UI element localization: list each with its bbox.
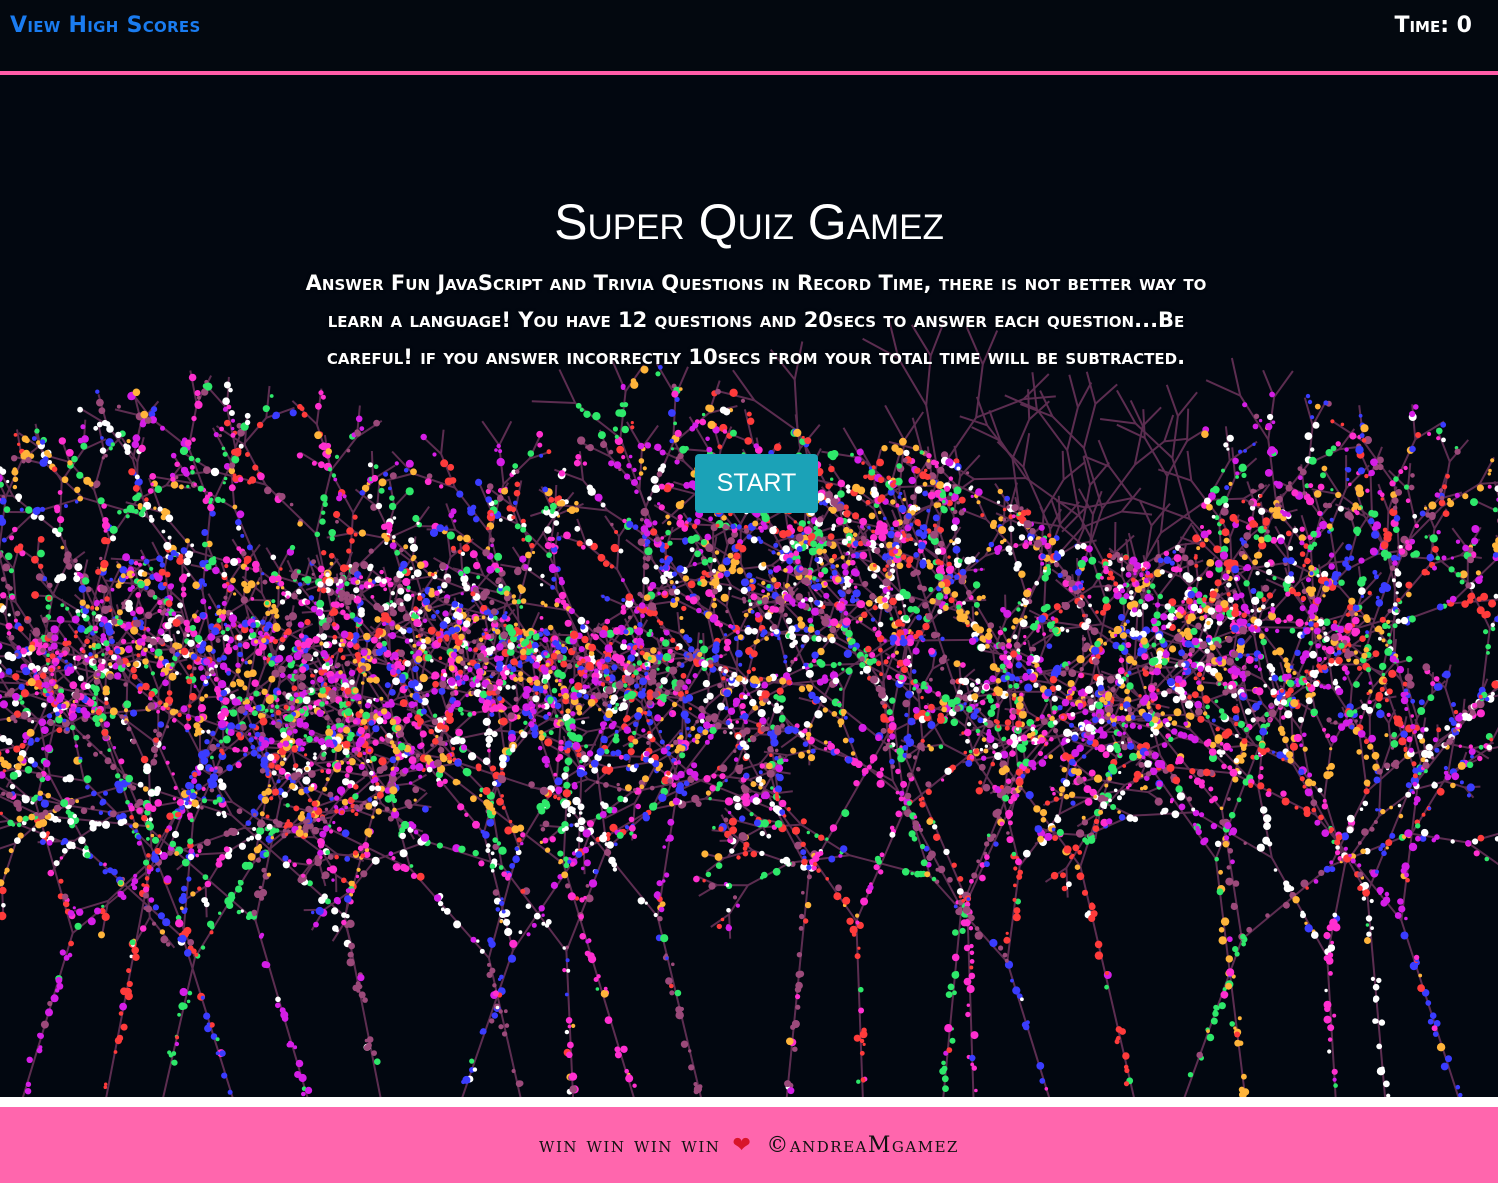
view-high-scores-link[interactable]: View High Scores [10, 13, 201, 38]
footer-divider [0, 1097, 1498, 1107]
footer: win win win win ❤ ©andreaMgamez [0, 1107, 1498, 1183]
start-button[interactable]: START [695, 454, 818, 513]
intro-content: Super Quiz Gamez Answer Fun JavaScript a… [0, 75, 1498, 1097]
heart-icon: ❤ [732, 1132, 753, 1158]
page-title: Super Quiz Gamez [554, 194, 944, 250]
footer-copyright: ©andreaMgamez [766, 1132, 959, 1158]
quiz-description: Answer Fun JavaScript and Trivia Questio… [305, 271, 1207, 369]
top-bar: View High Scores Time: 0 [0, 0, 1498, 75]
hero-section: Super Quiz Gamez Answer Fun JavaScript a… [0, 75, 1498, 1097]
timer-display: Time: 0 [1394, 13, 1472, 38]
footer-text: win win win win [539, 1132, 721, 1158]
